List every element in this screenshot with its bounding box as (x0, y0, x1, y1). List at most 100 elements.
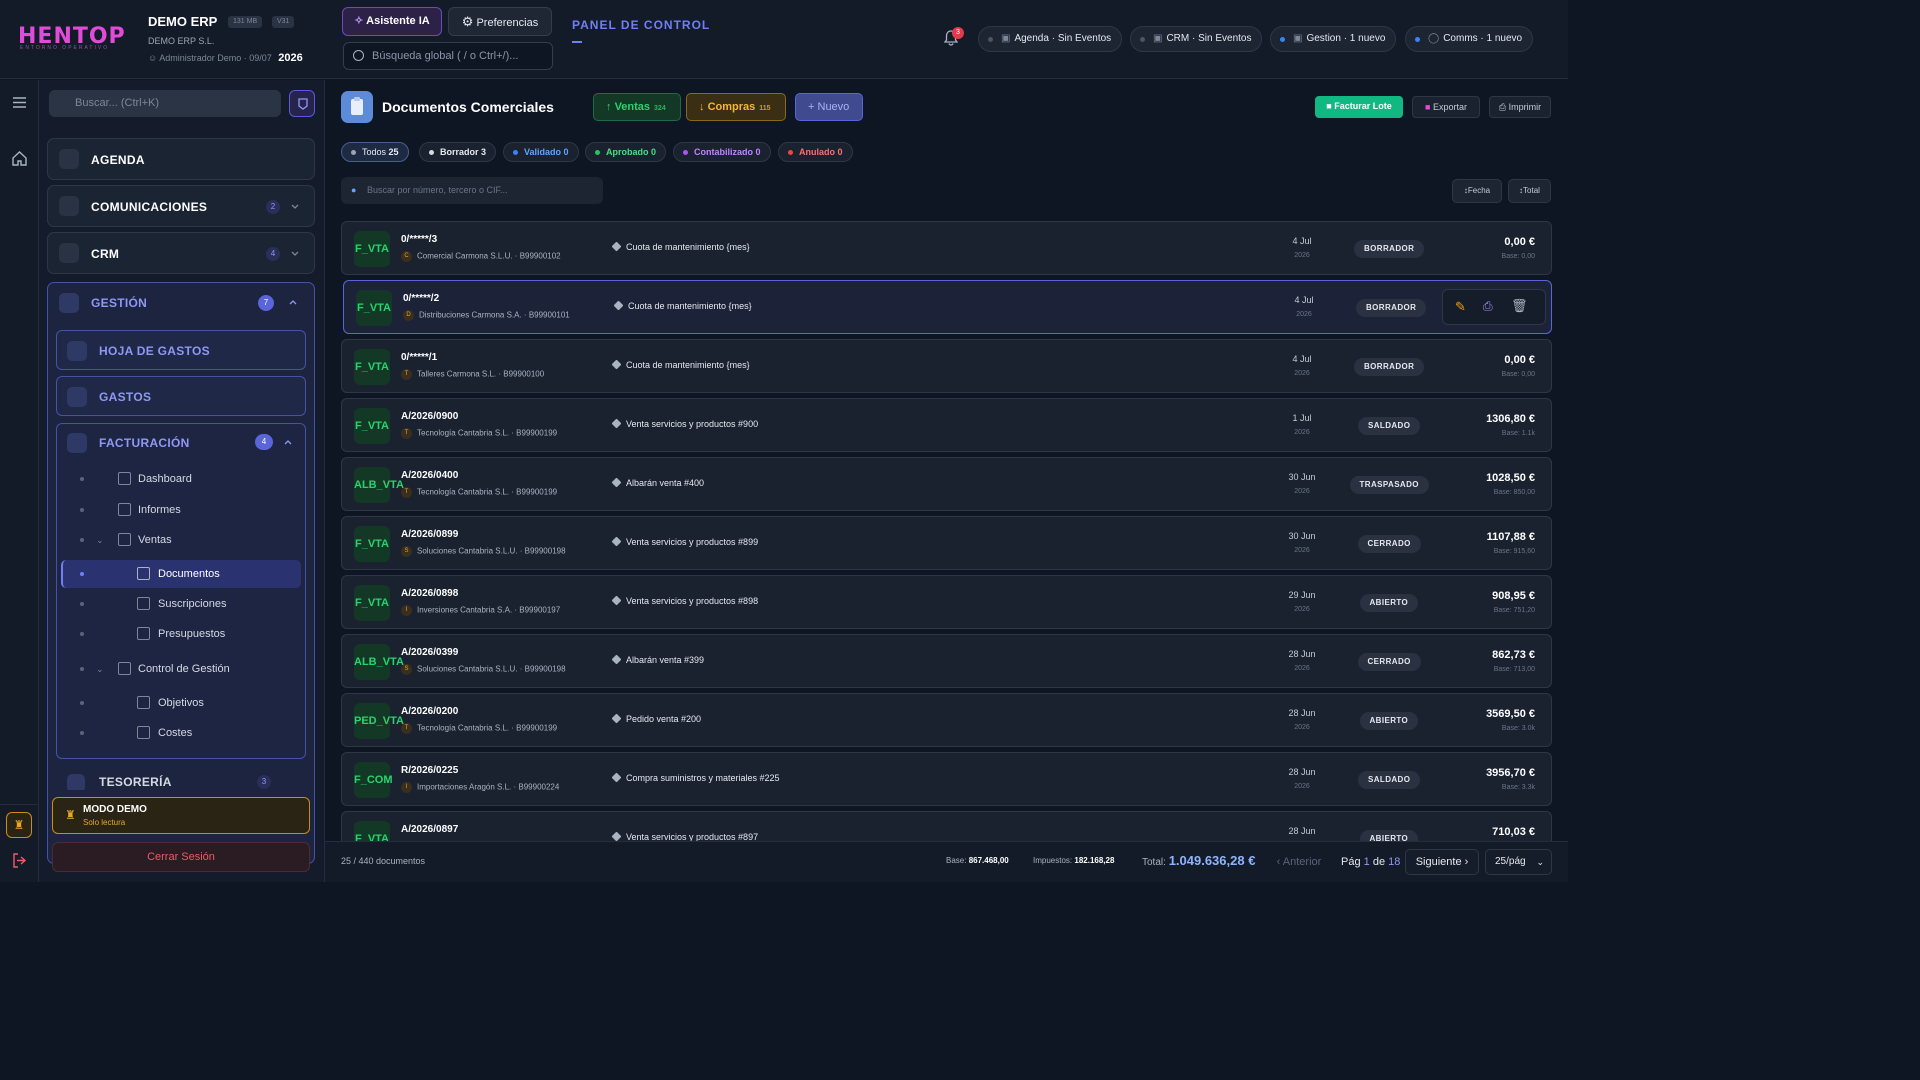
search-icon (353, 50, 364, 61)
sidebar-item-documentos[interactable]: Documentos (80, 561, 300, 587)
document-row[interactable]: F_VTA 0/*****/3 C Comercial Carmona S.L.U. … (341, 221, 1552, 275)
document-number: A/2026/0897 (401, 824, 459, 835)
agenda-status-pill[interactable]: ▣ Agenda · Sin Eventos (978, 26, 1123, 52)
panel-title-underline (572, 41, 582, 43)
trash-icon[interactable]: 🗑 (1511, 298, 1528, 314)
party-info: S Soluciones Cantabria S.L.U. · B99900198 (401, 664, 566, 675)
user-name: Administrador Demo (159, 53, 242, 63)
document-year: 2026 (1294, 429, 1310, 436)
demo-lock-icon[interactable]: ♜ (6, 812, 32, 838)
goals-icon (137, 696, 150, 709)
sidebar-item-tesoreria[interactable]: TESORERÍA 3 (57, 768, 307, 790)
edit-pencil-icon[interactable]: ✎ (1455, 299, 1466, 315)
sidebar-item-crm[interactable]: CRM 4 (47, 232, 315, 274)
document-number: A/2026/0200 (401, 706, 459, 717)
sidebar-item-hoja-de-gastos[interactable]: HOJA DE GASTOS (56, 330, 306, 370)
comms-status-pill[interactable]: ◯ Comms · 1 nuevo (1405, 26, 1534, 52)
status-dot (1280, 37, 1285, 42)
document-row[interactable]: F_VTA 0/*****/2 D Distribuciones Carmona S.… (343, 280, 1552, 334)
document-row[interactable]: F_VTA A/2026/0897 Venta servicios y produc… (341, 811, 1552, 841)
document-amount: 1306,80 € (1486, 413, 1535, 425)
sidebar-item-control-de-gestion[interactable]: ⌄ Control de Gestión (80, 656, 300, 682)
document-count: 25 / 440 documentos (341, 856, 426, 866)
document-description: Venta servicios y productos #899 (611, 536, 758, 547)
sidebar-item-informes[interactable]: Informes (80, 497, 300, 523)
status-badge: TRASPASADO (1349, 476, 1429, 494)
count-badge: 3 (257, 775, 271, 789)
panel-title[interactable]: PANEL DE CONTROL (572, 18, 710, 32)
bullet (80, 538, 84, 542)
document-row[interactable]: ALB_VTA A/2026/0400 T Tecnología Cantabria … (341, 457, 1552, 511)
bullet (80, 701, 84, 705)
previous-page-button[interactable]: ‹ Anterior (1269, 849, 1329, 875)
status-badge: ABIERTO (1359, 712, 1419, 730)
menu-icon[interactable] (11, 94, 28, 111)
sidebar-item-gastos[interactable]: GASTOS (56, 376, 306, 416)
document-row[interactable]: F_COM R/2026/0225 I Importaciones Aragón S.… (341, 752, 1552, 806)
sales-icon (118, 533, 131, 546)
document-base: Base: 3.0k (1501, 725, 1535, 732)
sidebar-item-dashboard[interactable]: Dashboard (80, 466, 300, 492)
sidebar-item-agenda[interactable]: AGENDA (47, 138, 315, 180)
sparkle-icon: ✧ (354, 15, 364, 27)
party-avatar: T (401, 369, 412, 380)
sidebar-item-comunicaciones[interactable]: COMUNICACIONES 2 (47, 185, 315, 227)
party-avatar: D (403, 310, 414, 321)
sidebar-item-costes[interactable]: Costes (80, 720, 300, 746)
document-date: 30 Jun (1288, 531, 1316, 541)
agenda-icon (59, 149, 79, 169)
print-icon[interactable]: ⎙ (1483, 299, 1493, 314)
sidebar-item-suscripciones[interactable]: Suscripciones (80, 591, 300, 617)
tag-icon (611, 536, 622, 547)
logout-icon[interactable] (11, 852, 28, 869)
document-description: Cuota de mantenimiento {mes} (613, 300, 752, 311)
current-date: 09/07 (249, 53, 272, 63)
document-row[interactable]: F_VTA 0/*****/1 T Talleres Carmona S.L. · B… (341, 339, 1552, 393)
party-name: Tecnología Cantabria S.L. · B99900199 (417, 428, 558, 438)
logout-button[interactable]: Cerrar Sesión (52, 842, 310, 872)
party-info: I Inversiones Cantabria S.A. · B99900197 (401, 605, 560, 616)
document-base: Base: 850,00 (1493, 489, 1535, 496)
calendar-icon: ▣ (1001, 33, 1011, 44)
demo-mode-banner: ♜ MODO DEMO Solo lectura (52, 797, 310, 834)
preferences-button[interactable]: ⚙ Preferencias (448, 7, 552, 36)
crm-status-pill[interactable]: ▣ CRM · Sin Eventos (1130, 26, 1263, 52)
party-avatar: I (401, 605, 412, 616)
document-description: Compra suministros y materiales #225 (611, 772, 780, 783)
document-row[interactable]: F_VTA A/2026/0898 I Inversiones Cantabria S… (341, 575, 1552, 629)
document-year: 2026 (1294, 252, 1310, 259)
chevron-down-icon (291, 204, 299, 209)
document-amount: 1028,50 € (1486, 472, 1535, 484)
dashboard-icon (118, 472, 131, 485)
party-avatar: S (401, 664, 412, 675)
ai-assistant-button[interactable]: ✧ Asistente IA (342, 7, 442, 36)
count-badge: 4 (255, 434, 273, 450)
pin-icon-button[interactable] (289, 90, 315, 117)
tax-total: Impuestos: 182.168,28 (1033, 856, 1115, 865)
document-type-badge: F_VTA (356, 290, 392, 326)
next-page-button[interactable]: Siguiente › (1405, 849, 1479, 875)
document-amount: 3956,70 € (1486, 767, 1535, 779)
document-row[interactable]: F_VTA A/2026/0899 S Soluciones Cantabria S.… (341, 516, 1552, 570)
per-page-select[interactable]: 25/pág ⌄ (1485, 849, 1552, 875)
document-row[interactable]: PED_VTA A/2026/0200 T Tecnología Cantabria … (341, 693, 1552, 747)
page-indicator: Pág 1 de 18 (1341, 856, 1401, 868)
sidebar-item-facturacion[interactable]: FACTURACIÓN 4 (57, 424, 307, 462)
global-search-input[interactable]: Búsqueda global ( / o Ctrl+/)... (343, 42, 553, 70)
treasury-icon (67, 774, 85, 790)
party-avatar: T (401, 487, 412, 498)
home-icon[interactable] (11, 150, 28, 167)
gear-icon: ⚙ (461, 14, 474, 29)
gestion-status-pill[interactable]: ▣ Gestion · 1 nuevo (1270, 26, 1397, 52)
document-row[interactable]: F_VTA A/2026/0900 T Tecnología Cantabria S.… (341, 398, 1552, 452)
document-year: 2026 (1294, 783, 1310, 790)
sidebar-item-presupuestos[interactable]: Presupuestos (80, 621, 300, 647)
party-name: Comercial Carmona S.L.U. · B99900102 (417, 251, 561, 261)
sidebar-item-ventas[interactable]: ⌄ Ventas (80, 527, 300, 553)
document-row[interactable]: ALB_VTA A/2026/0399 S Soluciones Cantabria … (341, 634, 1552, 688)
bullet (80, 667, 84, 671)
sidebar-search-input[interactable]: Buscar... (Ctrl+K) (49, 90, 281, 117)
sidebar-item-objetivos[interactable]: Objetivos (80, 690, 300, 716)
bullet (80, 508, 84, 512)
sidebar-item-gestion[interactable]: GESTIÓN 7 (48, 283, 316, 323)
